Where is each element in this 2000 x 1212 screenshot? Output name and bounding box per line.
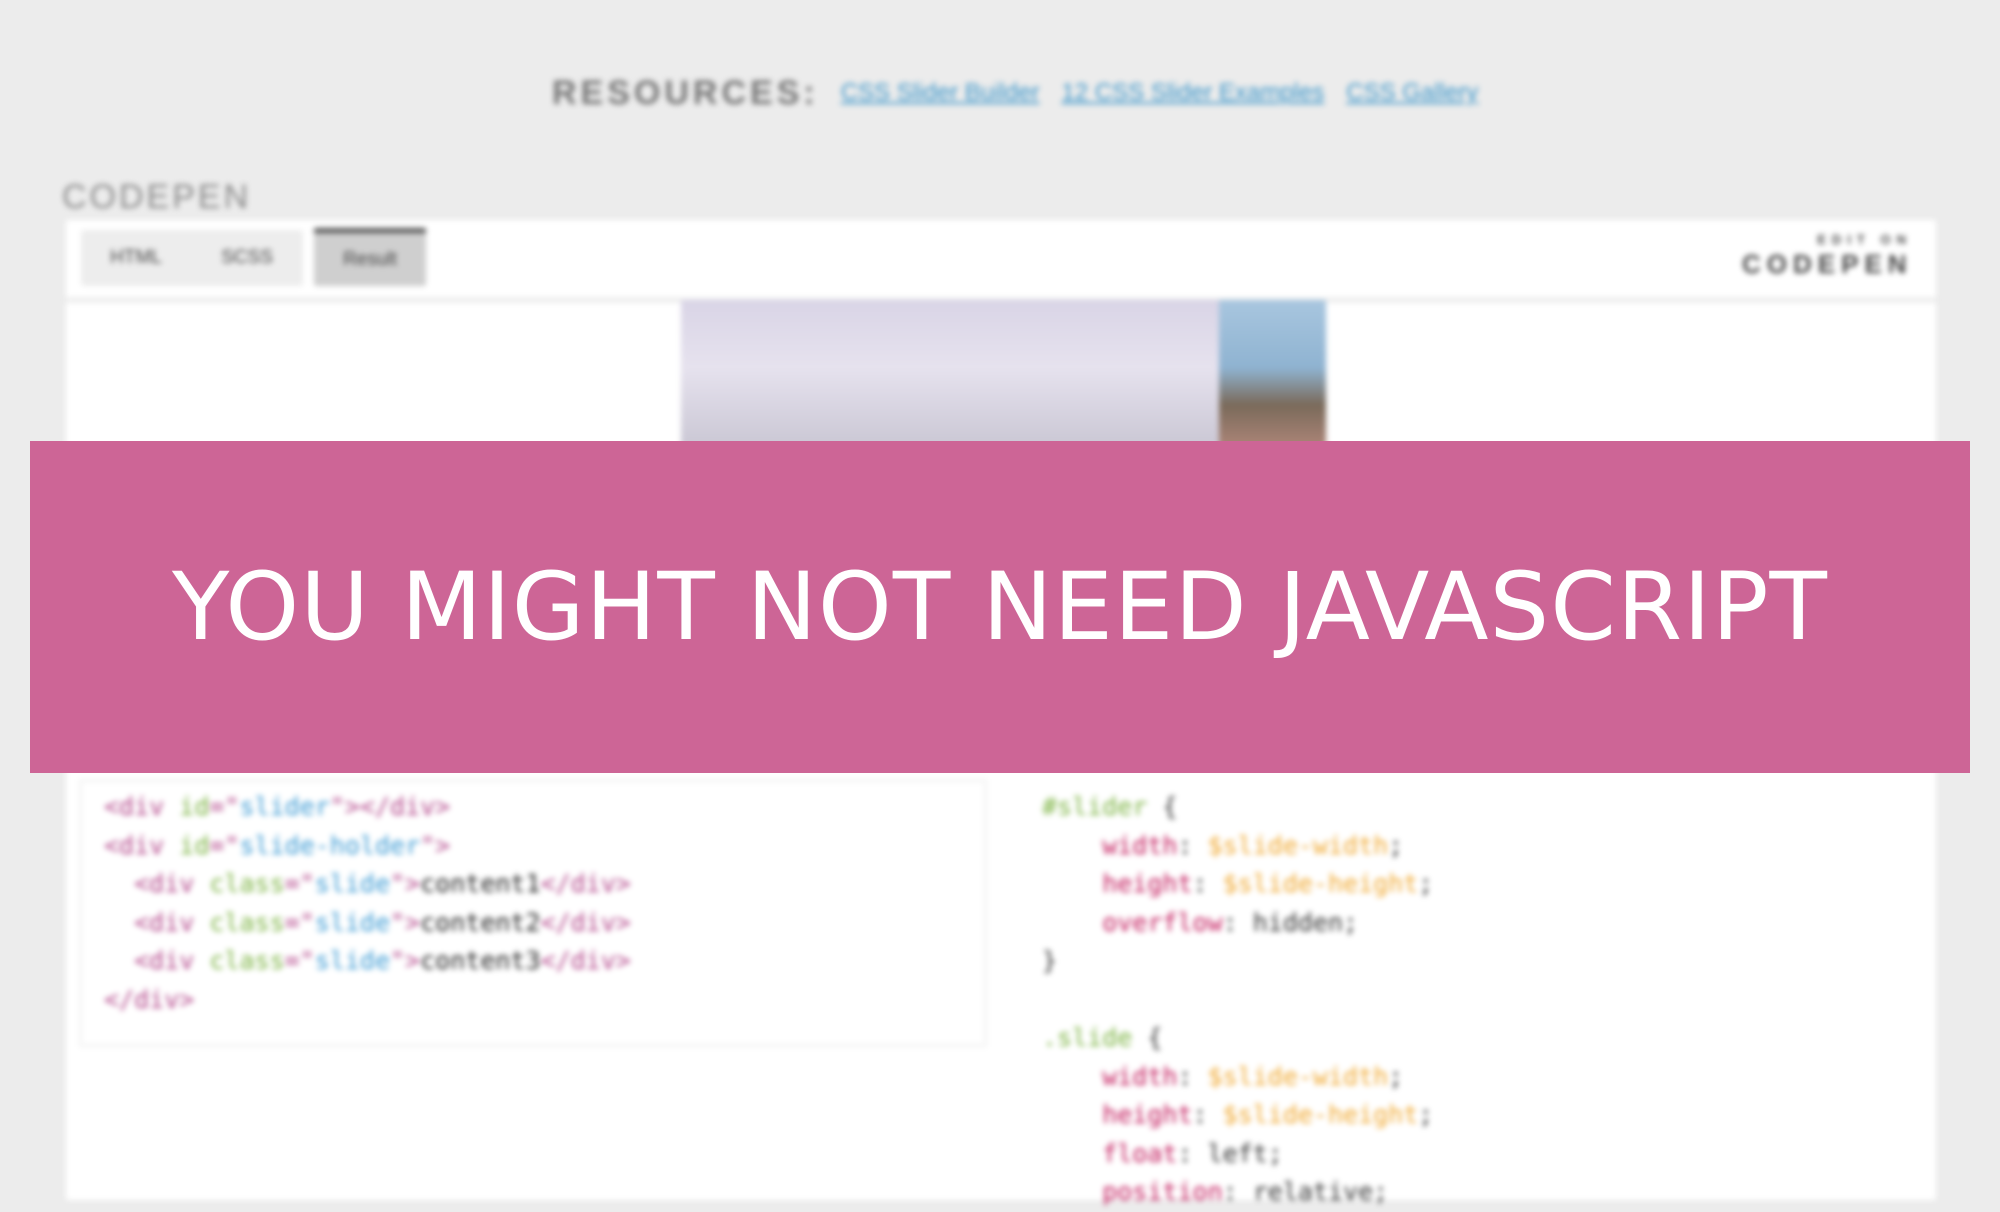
link-12-css-slider-examples[interactable]: 12 CSS Slider Examples [1061, 79, 1324, 107]
tab-result[interactable]: Result [314, 228, 426, 286]
code-line: .slide { [1042, 1019, 1900, 1058]
code-token: </div> [540, 946, 631, 975]
result-slider-image [681, 300, 1326, 450]
edit-on-codepen-button[interactable]: EDIT ON CODEPEN [1742, 232, 1912, 288]
code-token: content2 [420, 907, 541, 937]
code-token: $slide-height [1222, 869, 1419, 898]
code-token: =" [209, 792, 240, 821]
code-token: height [1042, 869, 1193, 898]
code-token: =" [284, 907, 315, 937]
code-token: float [1042, 1138, 1178, 1168]
code-token: slide [314, 946, 390, 975]
code-line: <div class="slide">content3</div> [104, 942, 962, 981]
code-line: <div id="slider"></div> [104, 788, 962, 827]
code-token: slide [314, 869, 390, 898]
code-token: { [1147, 792, 1178, 821]
code-token: class [209, 946, 285, 975]
codepen-logo: CODEPEN [1742, 249, 1913, 279]
code-token: ; [1388, 830, 1404, 860]
code-token: : [1177, 1061, 1208, 1091]
code-token: "> [390, 869, 421, 898]
resources-bar: RESOURCES: CSS Slider Builder 12 CSS Sli… [552, 68, 1478, 118]
code-token: slider [239, 792, 330, 821]
code-token: : relative; [1222, 1177, 1389, 1206]
code-token: overflow [1042, 907, 1223, 937]
code-token: =" [209, 830, 240, 860]
code-token: =" [284, 869, 315, 898]
code-token: <div [104, 830, 180, 860]
slide-image-clouds [681, 300, 1219, 450]
code-token: <div [104, 907, 210, 937]
code-token: : left; [1177, 1138, 1283, 1168]
code-line: </div> [104, 981, 962, 1020]
code-token: class [209, 869, 285, 898]
code-token: </div> [540, 907, 631, 937]
resources-label: RESOURCES: [552, 73, 819, 112]
tab-scss[interactable]: SCSS [191, 230, 303, 286]
code-token: ; [1418, 869, 1434, 898]
code-token: slide [314, 907, 390, 937]
code-token: "></div> [329, 792, 451, 821]
code-token: width [1042, 1061, 1178, 1091]
code-token: : [1177, 830, 1208, 860]
code-token: "> [420, 830, 451, 860]
code-line: float: left; [1042, 1135, 1900, 1174]
code-token: } [1042, 946, 1058, 975]
scss-code-panel: #slider { width: $slide-width; height: $… [1018, 782, 1924, 1206]
slide-image-palms [1219, 300, 1326, 450]
code-token: : hidden; [1222, 907, 1359, 937]
codepen-section-heading: CODEPEN [62, 178, 252, 216]
pen-toolbar: HTML SCSS Result EDIT ON CODEPEN [66, 220, 1936, 302]
code-token: ; [1388, 1061, 1404, 1091]
code-token: width [1042, 830, 1178, 860]
code-token: "> [390, 946, 421, 975]
code-token: slide-holder [239, 830, 421, 860]
code-line: width: $slide-width; [1042, 827, 1900, 866]
link-css-slider-builder[interactable]: CSS Slider Builder [841, 79, 1040, 107]
edit-on-label: EDIT ON [1817, 232, 1912, 247]
code-token: class [209, 907, 285, 937]
code-token: content1 [420, 869, 541, 898]
code-token: <div [104, 869, 210, 898]
code-token: #slider [1042, 792, 1148, 821]
code-token: height [1042, 1100, 1193, 1129]
code-line: <div id="slide-holder"> [104, 827, 962, 866]
code-token: <div [104, 946, 210, 975]
code-line: overflow: hidden; [1042, 904, 1900, 943]
code-line: } [1042, 942, 1900, 981]
tab-group: HTML SCSS [81, 230, 303, 286]
code-line: <div class="slide">content2</div> [104, 904, 962, 943]
code-line: height: $slide-height; [1042, 1096, 1900, 1135]
code-line: <div class="slide">content1</div> [104, 865, 962, 904]
code-token: ; [1418, 1100, 1434, 1129]
code-token: <div [104, 792, 180, 821]
code-line: position: relative; [1042, 1173, 1900, 1212]
code-line: height: $slide-height; [1042, 865, 1900, 904]
link-css-gallery[interactable]: CSS Gallery [1346, 79, 1478, 107]
code-token: =" [284, 946, 315, 975]
tab-html[interactable]: HTML [81, 230, 191, 286]
code-token: : [1192, 1100, 1223, 1129]
code-token: "> [390, 907, 421, 937]
code-token: </div> [104, 984, 195, 1014]
code-token: position [1042, 1177, 1223, 1206]
code-token: </div> [540, 869, 631, 898]
banner-title: YOU MIGHT NOT NEED JAVASCRIPT [172, 552, 1828, 662]
code-token: { [1132, 1023, 1163, 1052]
code-token: content3 [420, 946, 541, 975]
title-banner: YOU MIGHT NOT NEED JAVASCRIPT [30, 441, 1970, 773]
code-token: id [179, 830, 210, 860]
code-line: #slider { [1042, 788, 1900, 827]
code-token: .slide [1042, 1023, 1133, 1052]
code-token: id [179, 792, 210, 821]
code-token: $slide-height [1222, 1100, 1419, 1129]
code-line: width: $slide-width; [1042, 1058, 1900, 1097]
html-code-panel: <div id="slider"></div> <div id="slide-ho… [82, 782, 984, 1044]
code-token: $slide-width [1207, 830, 1389, 860]
code-token: : [1192, 869, 1223, 898]
code-token: $slide-width [1207, 1061, 1389, 1091]
